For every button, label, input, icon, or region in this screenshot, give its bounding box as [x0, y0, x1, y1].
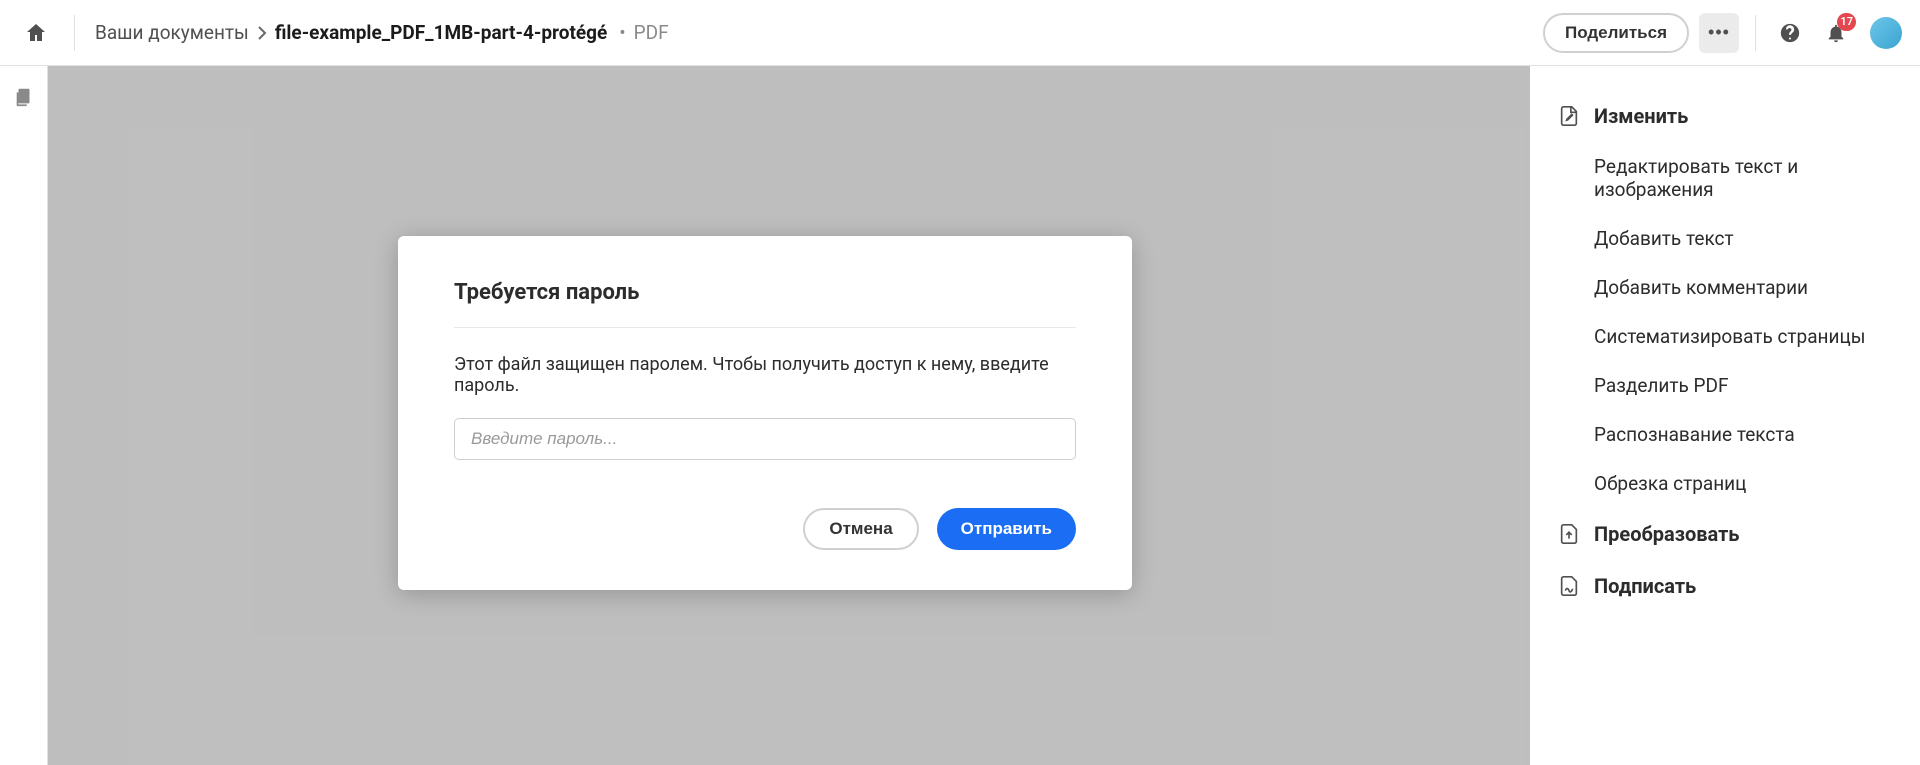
divider	[74, 15, 75, 51]
more-icon: •••	[1708, 22, 1730, 43]
panel-item-add-text[interactable]: Добавить текст	[1530, 214, 1920, 263]
section-convert[interactable]: Преобразовать	[1530, 508, 1920, 560]
section-sign[interactable]: Подписать	[1530, 560, 1920, 612]
panel-item-crop-pages[interactable]: Обрезка страниц	[1530, 459, 1920, 508]
divider	[1755, 15, 1756, 51]
modal-actions: Отмена Отправить	[454, 508, 1076, 550]
section-edit-label: Изменить	[1594, 104, 1688, 128]
right-panel: Изменить Редактировать текст и изображен…	[1530, 66, 1920, 765]
notif-badge: 17	[1837, 13, 1856, 31]
top-bar: Ваши документы file-example_PDF_1MB-part…	[0, 0, 1920, 66]
chevron-right-icon	[257, 26, 267, 40]
home-button[interactable]	[18, 15, 54, 51]
password-input[interactable]	[454, 418, 1076, 460]
panel-item-organize-pages[interactable]: Систематизировать страницы	[1530, 312, 1920, 361]
notifications-button[interactable]: 17	[1818, 15, 1854, 51]
breadcrumb-current: file-example_PDF_1MB-part-4-protégé	[275, 21, 607, 44]
sign-icon	[1558, 575, 1580, 597]
cancel-button[interactable]: Отмена	[803, 508, 918, 550]
section-edit[interactable]: Изменить	[1530, 90, 1920, 142]
breadcrumb-root[interactable]: Ваши документы	[95, 21, 249, 44]
breadcrumb: Ваши документы file-example_PDF_1MB-part…	[95, 21, 1543, 44]
section-sign-label: Подписать	[1594, 574, 1696, 598]
modal-backdrop: Требуется пароль Этот файл защищен парол…	[0, 66, 1530, 765]
help-button[interactable]	[1772, 15, 1808, 51]
breadcrumb-bullet: •	[619, 21, 625, 44]
modal-body-text: Этот файл защищен паролем. Чтобы получит…	[454, 354, 1076, 396]
edit-pdf-icon	[1558, 105, 1580, 127]
panel-item-ocr[interactable]: Распознавание текста	[1530, 410, 1920, 459]
more-button[interactable]: •••	[1699, 13, 1739, 53]
password-modal: Требуется пароль Этот файл защищен парол…	[398, 236, 1132, 590]
modal-title: Требуется пароль	[454, 280, 1076, 328]
home-icon	[24, 21, 48, 45]
panel-item-split-pdf[interactable]: Разделить PDF	[1530, 361, 1920, 410]
panel-item-add-comments[interactable]: Добавить комментарии	[1530, 263, 1920, 312]
section-convert-label: Преобразовать	[1594, 522, 1739, 546]
breadcrumb-file-type: PDF	[634, 21, 669, 44]
help-icon	[1779, 22, 1801, 44]
share-button[interactable]: Поделиться	[1543, 13, 1689, 53]
avatar[interactable]	[1870, 17, 1902, 49]
top-right-controls: Поделиться ••• 17	[1543, 13, 1902, 53]
convert-icon	[1558, 523, 1580, 545]
submit-button[interactable]: Отправить	[937, 508, 1076, 550]
panel-item-edit-text-images[interactable]: Редактировать текст и изображения	[1530, 142, 1920, 214]
